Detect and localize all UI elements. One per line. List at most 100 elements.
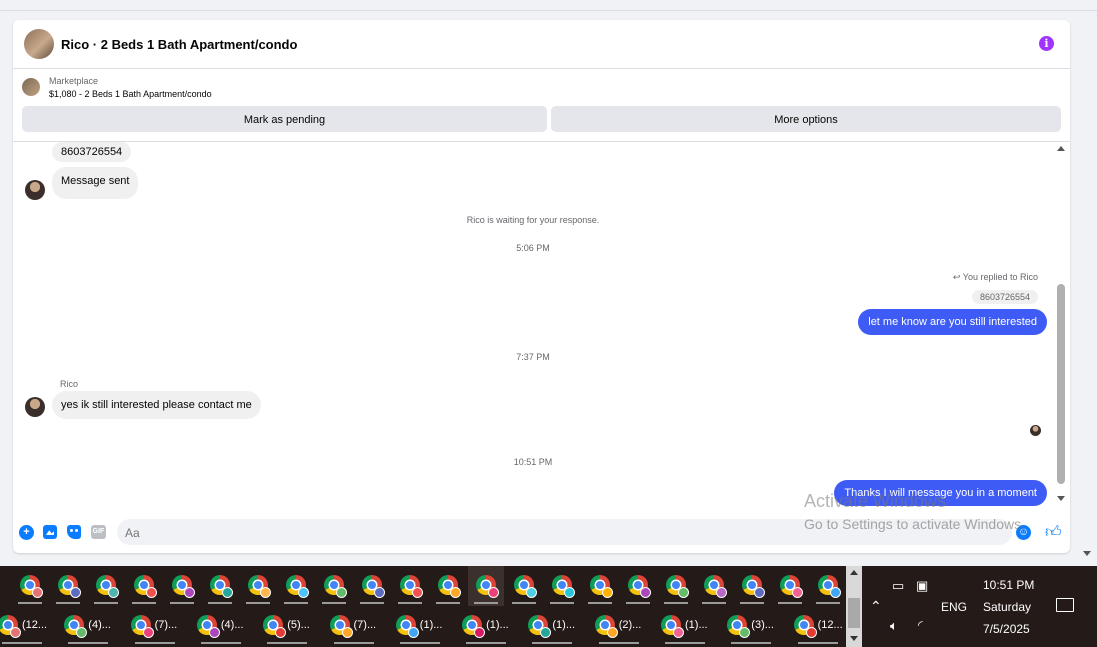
- taskbar-chrome-window[interactable]: [12, 566, 48, 606]
- taskbar-scrollbar[interactable]: [846, 566, 862, 647]
- running-indicator: [267, 642, 308, 644]
- info-icon[interactable]: i: [1039, 36, 1054, 51]
- photo-icon[interactable]: [43, 525, 57, 539]
- outgoing-message-bubble[interactable]: let me know are you still interested: [858, 309, 1047, 335]
- running-indicator: [56, 602, 80, 604]
- taskbar-chrome-window[interactable]: (7)...: [328, 606, 392, 646]
- running-indicator: [284, 602, 308, 604]
- profile-badge-icon: [673, 627, 684, 638]
- profile-badge-icon: [526, 587, 537, 598]
- conversation-title[interactable]: Rico · 2 Beds 1 Bath Apartment/condo: [61, 37, 297, 52]
- running-indicator: [598, 642, 639, 644]
- taskbar-scroll-up-icon[interactable]: [850, 570, 858, 575]
- message-bubble-phone[interactable]: 8603726554: [52, 142, 132, 162]
- taskbar-chrome-window[interactable]: [202, 566, 238, 606]
- profile-badge-icon: [260, 587, 271, 598]
- taskbar-scroll-thumb[interactable]: [848, 598, 860, 628]
- taskbar-chrome-window[interactable]: [582, 566, 618, 606]
- more-options-button[interactable]: More options: [551, 106, 1061, 132]
- taskbar-chrome-window[interactable]: [316, 566, 352, 606]
- taskbar-chrome-window[interactable]: (4)...: [195, 606, 259, 646]
- taskbar-chrome-window[interactable]: (5)...: [261, 606, 325, 646]
- listing-price-title[interactable]: $1,080 - 2 Beds 1 Bath Apartment/condo: [49, 89, 212, 99]
- profile-badge-icon: [488, 587, 499, 598]
- profile-badge-icon: [208, 627, 220, 638]
- taskbar-chrome-window[interactable]: [88, 566, 124, 606]
- volume-icon[interactable]: 🔈︎: [890, 618, 898, 634]
- wifi-icon[interactable]: ◜: [918, 618, 923, 632]
- taskbar-chrome-window[interactable]: [240, 566, 276, 606]
- profile-badge-icon: [374, 587, 385, 598]
- taskbar-chrome-window[interactable]: [278, 566, 314, 606]
- battery-icon[interactable]: ▭: [892, 578, 904, 594]
- running-indicator: [18, 602, 42, 604]
- clock-time[interactable]: 10:51 PM: [983, 578, 1034, 592]
- clock-day[interactable]: Saturday: [983, 600, 1031, 614]
- running-indicator: [550, 602, 574, 604]
- taskbar-chrome-window[interactable]: [50, 566, 86, 606]
- contact-avatar-small[interactable]: [25, 180, 45, 200]
- mark-as-pending-button[interactable]: Mark as pending: [22, 106, 547, 132]
- message-bubble-sent-notice[interactable]: Message sent: [52, 167, 139, 199]
- taskbar-chrome-window[interactable]: (1)...: [394, 606, 458, 646]
- notification-icon[interactable]: [1056, 598, 1074, 612]
- taskbar-chrome-window[interactable]: [696, 566, 732, 606]
- profile-badge-icon: [407, 627, 419, 638]
- running-indicator: [588, 602, 612, 604]
- running-indicator: [322, 602, 346, 604]
- running-indicator: [399, 642, 440, 644]
- quoted-message[interactable]: 8603726554: [971, 290, 1038, 304]
- thumbs-up-icon[interactable]: 👍︎: [1045, 523, 1062, 542]
- taskbar-chrome-window[interactable]: (12...: [0, 606, 60, 646]
- listing-thumbnail[interactable]: [22, 78, 40, 96]
- profile-badge-icon: [450, 587, 461, 598]
- scrollbar-thumb[interactable]: [1057, 284, 1065, 484]
- conversation-header: Rico · 2 Beds 1 Bath Apartment/condo i: [13, 20, 1070, 69]
- taskbar-chrome-window[interactable]: [430, 566, 466, 606]
- running-indicator: [664, 602, 688, 604]
- gif-icon[interactable]: GIF: [91, 525, 106, 539]
- taskbar-chrome-window[interactable]: [468, 566, 504, 606]
- taskbar-chrome-window[interactable]: [620, 566, 656, 606]
- waiting-notice: Rico is waiting for your response.: [466, 215, 600, 225]
- taskbar-chrome-window[interactable]: (1)...: [526, 606, 590, 646]
- taskbar-chrome-window[interactable]: [734, 566, 770, 606]
- taskbar-chrome-window[interactable]: [126, 566, 162, 606]
- sticker-icon[interactable]: [67, 525, 81, 539]
- profile-badge-icon: [108, 587, 119, 598]
- taskbar-chrome-window[interactable]: [544, 566, 580, 606]
- taskbar-chrome-window[interactable]: [810, 566, 846, 606]
- page-scroll-down-icon[interactable]: [1083, 551, 1091, 556]
- taskbar-chrome-window[interactable]: (4)...: [62, 606, 126, 646]
- plus-icon[interactable]: +: [19, 525, 34, 540]
- taskbar-chrome-window[interactable]: [354, 566, 390, 606]
- scroll-up-arrow-icon[interactable]: [1057, 146, 1065, 151]
- taskbar-chrome-window[interactable]: (2)...: [593, 606, 657, 646]
- contact-avatar[interactable]: [24, 29, 54, 59]
- profile-badge-icon: [146, 587, 157, 598]
- scroll-down-arrow-icon[interactable]: [1057, 496, 1065, 501]
- taskbar-chrome-window[interactable]: (3)...: [725, 606, 789, 646]
- taskbar-chrome-window[interactable]: (7)...: [129, 606, 193, 646]
- meet-now-icon[interactable]: ▣: [916, 578, 928, 594]
- taskbar-chrome-window[interactable]: [392, 566, 428, 606]
- seen-indicator-avatar: [1030, 425, 1041, 436]
- running-indicator: [246, 602, 270, 604]
- chat-scrollbar[interactable]: [1055, 144, 1067, 517]
- taskbar-chrome-window[interactable]: [506, 566, 542, 606]
- taskbar-chrome-window[interactable]: (1)...: [460, 606, 524, 646]
- taskbar-scroll-down-icon[interactable]: [850, 636, 858, 641]
- taskbar-chrome-window[interactable]: [772, 566, 808, 606]
- profile-badge-icon: [412, 587, 423, 598]
- taskbar-chrome-window[interactable]: (1)...: [659, 606, 723, 646]
- contact-avatar-small[interactable]: [25, 397, 45, 417]
- chevron-up-icon[interactable]: ⌃: [870, 598, 882, 615]
- sender-name: Rico: [60, 379, 79, 389]
- running-indicator: [132, 602, 156, 604]
- incoming-message-bubble[interactable]: yes ik still interested please contact m…: [52, 391, 261, 419]
- taskbar-chrome-window[interactable]: [164, 566, 200, 606]
- taskbar-window-label: (12...: [817, 619, 843, 631]
- input-language[interactable]: ENG: [941, 600, 967, 614]
- taskbar-chrome-window[interactable]: [658, 566, 694, 606]
- clock-date[interactable]: 7/5/2025: [983, 622, 1030, 636]
